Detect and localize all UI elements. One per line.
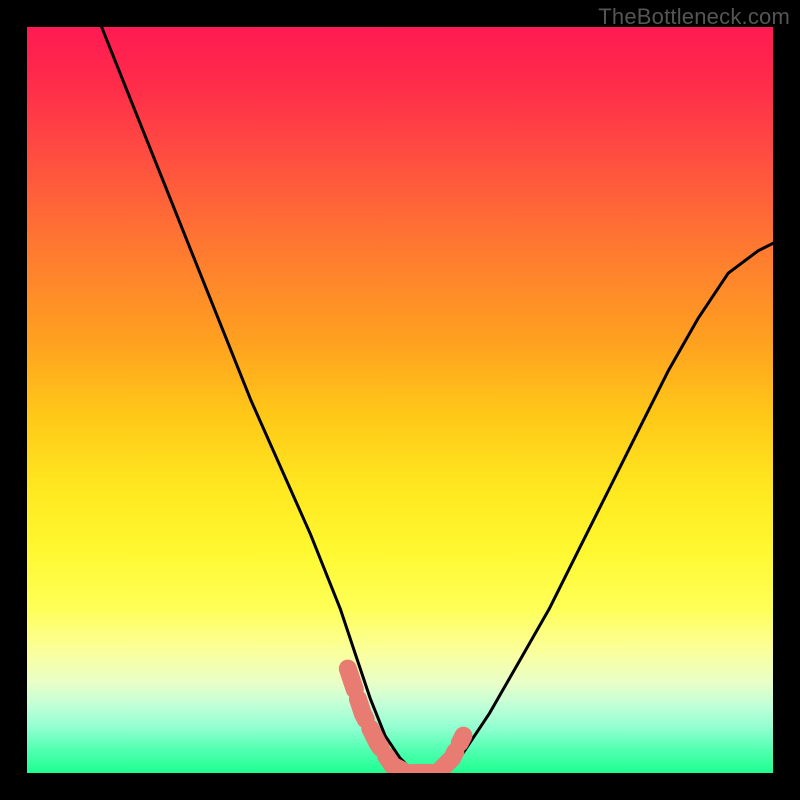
- plot-area: [27, 27, 773, 773]
- bottleneck-curve: [102, 27, 773, 773]
- chart-frame: TheBottleneck.com: [0, 0, 800, 800]
- watermark-text: TheBottleneck.com: [598, 4, 790, 30]
- curve-layer: [27, 27, 773, 773]
